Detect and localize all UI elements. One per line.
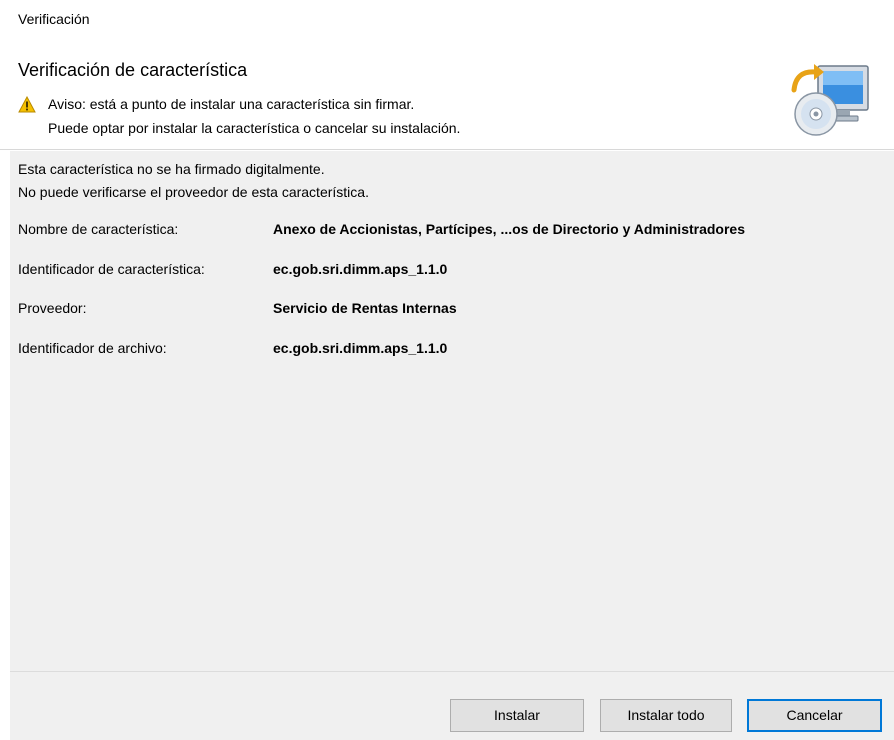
detail-value: ec.gob.sri.dimm.aps_1.1.0 [273, 261, 448, 277]
detail-row-file-id: Identificador de archivo: ec.gob.sri.dim… [18, 340, 888, 362]
detail-label: Identificador de archivo: [18, 340, 167, 356]
description-line2: No puede verificarse el proveedor de est… [18, 184, 369, 200]
content-panel: Esta característica no se ha firmado dig… [10, 151, 894, 671]
detail-label: Nombre de característica: [18, 221, 179, 237]
title-bar: Verificación [0, 0, 894, 38]
window-title: Verificación [18, 11, 90, 27]
warning-triangle-icon [18, 95, 36, 113]
detail-row-feature-name: Nombre de característica: Anexo de Accio… [18, 221, 888, 243]
install-button[interactable]: Instalar [450, 699, 584, 732]
detail-label: Proveedor: [18, 300, 87, 316]
cancel-button[interactable]: Cancelar [747, 699, 882, 732]
page-title: Verificación de característica [18, 60, 248, 80]
detail-row-provider: Proveedor: Servicio de Rentas Internas [18, 300, 888, 322]
description-line1: Esta característica no se ha firmado dig… [18, 161, 325, 177]
detail-value: Anexo de Accionistas, Partícipes, ...os … [273, 221, 745, 237]
verification-dialog: Verificación Verificación de característ… [0, 0, 894, 740]
header-banner: Verificación de característica Aviso: es… [0, 38, 894, 150]
install-all-button[interactable]: Instalar todo [600, 699, 732, 732]
warning-message-line2: Puede optar por instalar la característi… [48, 120, 461, 136]
install-cd-monitor-icon [788, 60, 872, 140]
warning-message-line1: Aviso: está a punto de instalar una cara… [48, 96, 415, 112]
detail-value: ec.gob.sri.dimm.aps_1.1.0 [273, 340, 448, 356]
detail-value: Servicio de Rentas Internas [273, 300, 457, 316]
detail-label: Identificador de característica: [18, 261, 205, 277]
detail-row-feature-id: Identificador de característica: ec.gob.… [18, 261, 888, 283]
button-bar: Instalar Instalar todo Cancelar [10, 671, 894, 740]
